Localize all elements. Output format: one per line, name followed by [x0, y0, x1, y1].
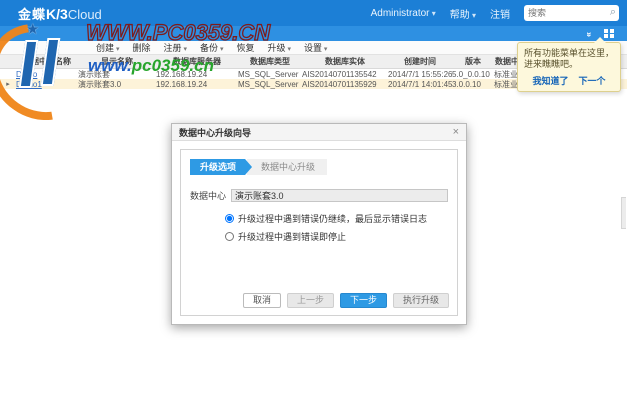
wizard-steps: 升级选项 数据中心升级 — [190, 159, 457, 175]
got-it-link[interactable]: 我知道了 — [532, 74, 568, 87]
datacenter-field[interactable] — [231, 189, 448, 202]
datacenter-field-label: 数据中心 — [190, 191, 227, 201]
app-window: 金蝶K/3Cloud Administrator 帮助 注销 ⌕ » 创建 删除… — [0, 0, 627, 411]
datacenter-link[interactable]: Demo1 — [16, 80, 78, 89]
col-entity: 数据库实体 — [325, 57, 365, 66]
col-version: 版本 — [465, 57, 481, 66]
col-created: 创建时间 — [404, 57, 436, 66]
col-dbtype: 数据库类型 — [250, 57, 290, 66]
toolbar-upgrade[interactable]: 升级 — [267, 41, 290, 54]
execute-upgrade-button[interactable]: 执行升级 — [392, 293, 449, 308]
radio-stop-on-error[interactable]: 升级过程中遇到错误即停止 — [225, 230, 457, 243]
close-icon[interactable]: × — [453, 126, 459, 138]
toolbar-settings[interactable]: 设置 — [304, 41, 327, 54]
tooltip-links: 我知道了 下一个 — [524, 74, 614, 87]
upgrade-options: 升级过程中遇到错误仍继续，最后显示错误日志 升级过程中遇到错误即停止 — [225, 212, 457, 243]
prev-step-button[interactable]: 上一步 — [286, 293, 334, 308]
user-menu[interactable]: Administrator — [371, 8, 436, 19]
radio-continue-on-error[interactable]: 升级过程中遇到错误仍继续，最后显示错误日志 — [225, 212, 457, 225]
search-icon[interactable]: ⌕ — [610, 6, 616, 19]
toolbar-restore[interactable]: 恢复 — [236, 41, 254, 54]
menubar: » — [0, 26, 627, 41]
expand-icon[interactable]: ▸ — [0, 80, 16, 88]
kingdee-logo: 金蝶K/3Cloud — [18, 4, 102, 24]
search-input[interactable] — [528, 5, 606, 21]
search-box[interactable]: ⌕ — [524, 5, 619, 21]
header-right: Administrator 帮助 注销 ⌕ — [371, 0, 619, 26]
dialog-body: 升级选项 数据中心升级 数据中心 升级过程中遇到错误仍继续，最后显示错误日志 升… — [180, 149, 458, 316]
logout-link[interactable]: 注销 — [490, 6, 510, 21]
next-step-button[interactable]: 下一步 — [339, 293, 387, 308]
toolbar-register[interactable]: 注册 — [164, 41, 187, 54]
logo-brand: 金蝶 — [18, 7, 47, 22]
upgrade-wizard-dialog: 数据中心升级向导 × 升级选项 数据中心升级 数据中心 升级过程中遇到错误仍继续… — [171, 123, 467, 325]
logo-product: K/3 — [46, 6, 68, 22]
toolbar-create[interactable]: 创建 — [96, 41, 119, 54]
dialog-titlebar[interactable]: 数据中心升级向导 × — [172, 124, 466, 141]
side-panel-handle[interactable] — [621, 197, 626, 229]
radio-icon[interactable] — [225, 232, 234, 241]
collapse-icon[interactable]: » — [584, 28, 595, 40]
datacenter-link[interactable]: Demo — [16, 70, 78, 79]
toolbar-delete[interactable]: 删除 — [132, 41, 150, 54]
toolbar-backup[interactable]: 备份 — [200, 41, 223, 54]
step-upgrade-options: 升级选项 — [190, 159, 252, 175]
cancel-button[interactable]: 取消 — [242, 293, 281, 308]
next-tip-link[interactable]: 下一个 — [579, 74, 606, 87]
dialog-title: 数据中心升级向导 — [179, 127, 252, 138]
help-menu[interactable]: 帮助 — [450, 6, 476, 21]
logo-suffix: Cloud — [67, 7, 102, 22]
dialog-buttons: 取消 上一步 下一步 执行升级 — [242, 293, 449, 308]
step-datacenter-upgrade: 数据中心升级 — [247, 159, 328, 175]
col-display: 显示名称 — [101, 57, 133, 66]
top-header: 金蝶K/3Cloud Administrator 帮助 注销 ⌕ — [0, 0, 627, 26]
datacenter-field-row: 数据中心 — [190, 189, 448, 202]
col-name: 数据中心名称 — [23, 57, 71, 66]
onboarding-tooltip: 所有功能菜单在这里，进来瞧瞧吧。 我知道了 下一个 — [517, 37, 621, 92]
radio-icon[interactable] — [225, 214, 234, 223]
tooltip-text: 所有功能菜单在这里，进来瞧瞧吧。 — [524, 48, 615, 69]
col-server: 数据库服务器 — [173, 57, 221, 66]
